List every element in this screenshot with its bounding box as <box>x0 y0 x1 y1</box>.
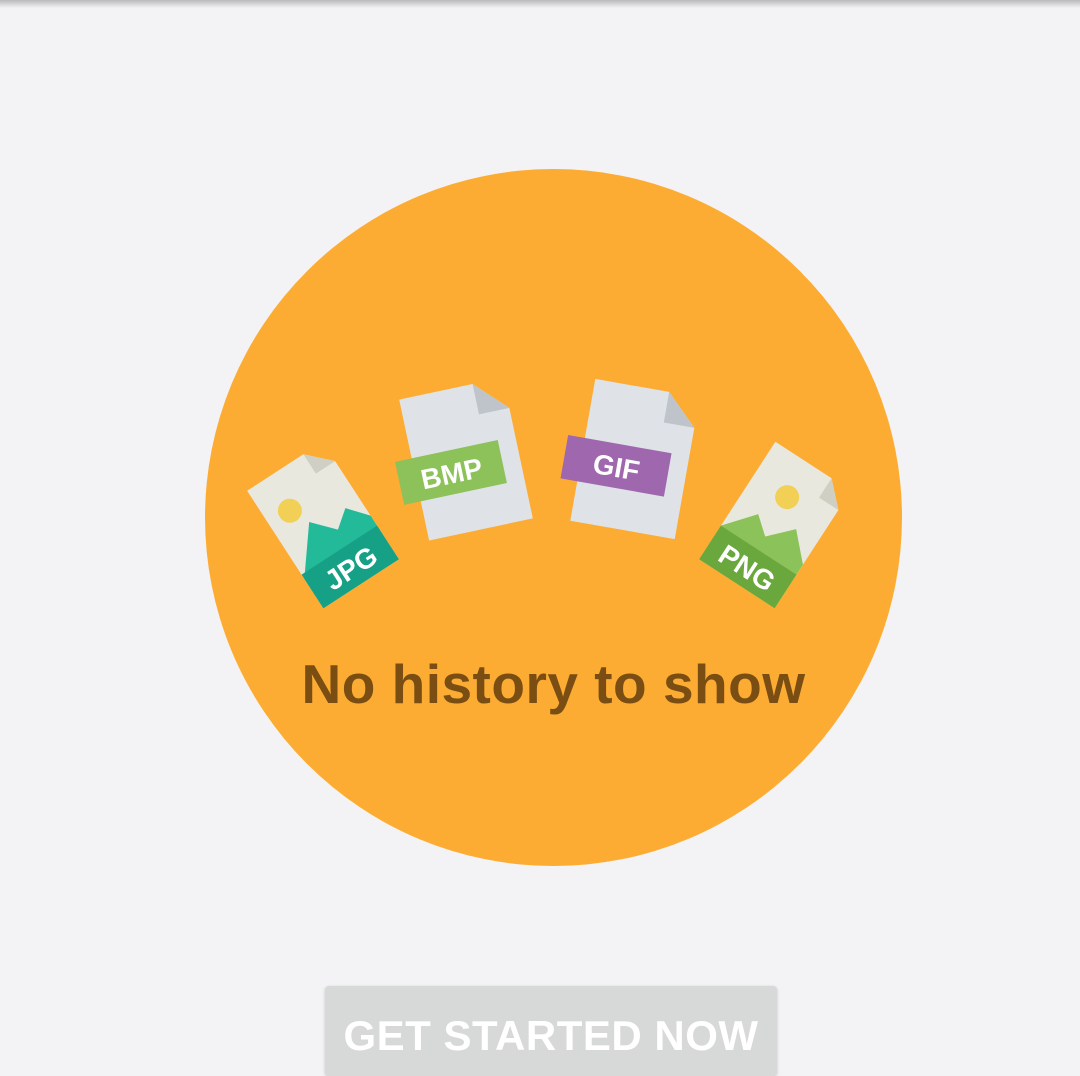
bmp-file-icon: BMP <box>395 383 533 541</box>
top-bar-shadow <box>0 0 1080 8</box>
jpg-file-icon: JPG <box>247 454 399 609</box>
file-types-illustration: JPG BMP GIF PNG <box>247 378 839 609</box>
get-started-button[interactable]: GET STARTED NOW <box>325 986 777 1076</box>
png-file-icon: PNG <box>699 441 839 609</box>
empty-state-message: No history to show <box>301 653 806 715</box>
gif-file-icon: GIF <box>560 378 695 540</box>
